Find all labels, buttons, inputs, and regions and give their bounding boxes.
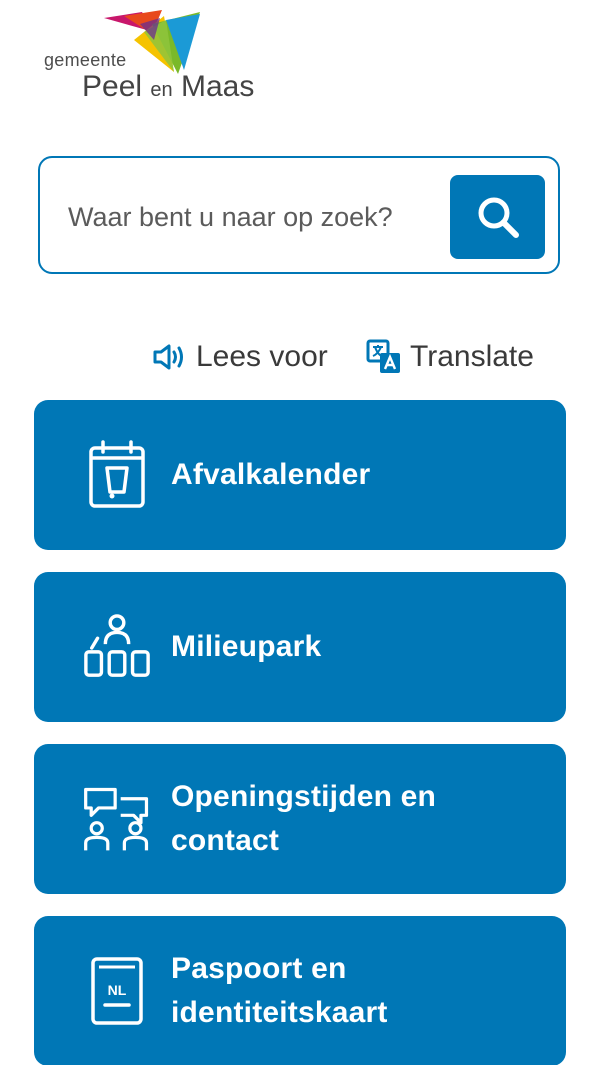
tile-label: Afvalkalender: [171, 458, 371, 491]
brand-logo[interactable]: gemeente Peel en Maas: [40, 6, 280, 106]
svg-text:NL: NL: [108, 982, 127, 998]
brand-name-part: Peel: [82, 70, 143, 103]
tile-label: Milieupark: [171, 630, 322, 663]
page: gemeente Peel en Maas Lees voor: [0, 0, 600, 1065]
waste-calendar-icon: [82, 440, 152, 510]
recycling-park-icon: [82, 612, 152, 682]
search-box: [38, 156, 560, 274]
search-button[interactable]: [450, 175, 545, 259]
read-aloud-link[interactable]: Lees voor: [152, 334, 328, 380]
search-input[interactable]: [68, 188, 438, 246]
tile-label: Openingstijden en contact: [171, 780, 437, 857]
tile-milieupark[interactable]: Milieupark: [34, 572, 566, 722]
read-aloud-label: Lees voor: [196, 340, 328, 373]
contact-chat-icon: [82, 784, 152, 854]
passport-nl-icon: NL: [82, 956, 152, 1026]
tile-paspoort-identiteitskaart[interactable]: NL Paspoort en identiteitskaart: [34, 916, 566, 1065]
translate-icon: [366, 339, 402, 375]
tile-label: Paspoort en identiteitskaart: [171, 952, 388, 1029]
translate-link[interactable]: Translate: [366, 334, 534, 380]
brand-name: Peel en Maas: [82, 70, 254, 104]
translate-label: Translate: [410, 340, 534, 373]
brand-name-connector: en: [150, 79, 173, 101]
tile-afvalkalender[interactable]: Afvalkalender: [34, 400, 566, 550]
search-icon: [478, 197, 519, 238]
speaker-icon: [152, 342, 188, 372]
tile-openingstijden-contact[interactable]: Openingstijden en contact: [34, 744, 566, 894]
brand-prefix: gemeente: [44, 50, 127, 70]
brand-name-part: Maas: [180, 70, 255, 103]
